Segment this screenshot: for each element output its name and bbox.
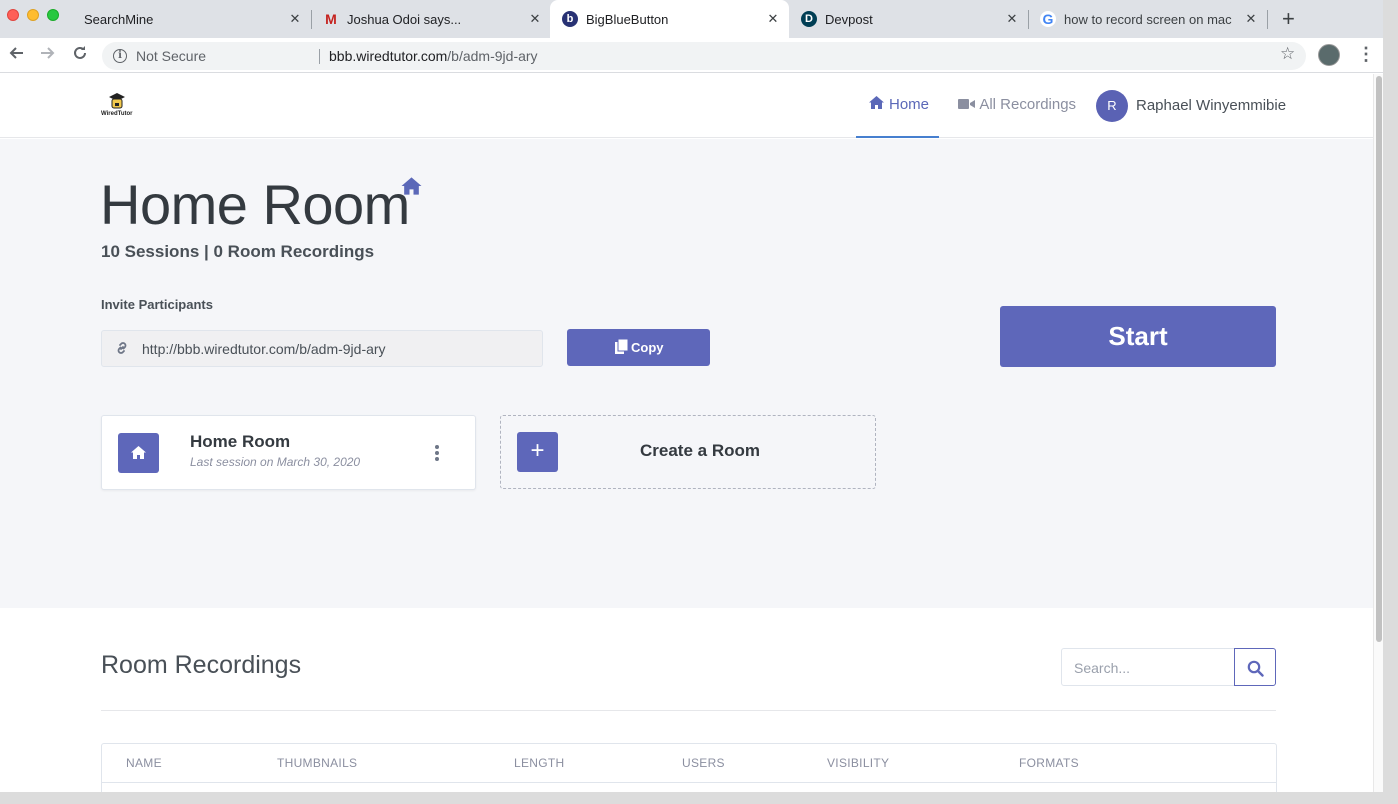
create-room-label: Create a Room bbox=[640, 441, 760, 460]
create-room-card[interactable]: + Create a Room bbox=[500, 415, 876, 489]
recordings-search-input[interactable]: Search... bbox=[1061, 648, 1235, 686]
forward-icon[interactable] bbox=[40, 45, 56, 65]
room-card-name: Home Room bbox=[190, 432, 291, 451]
start-button[interactable]: Start bbox=[1000, 306, 1276, 367]
logo-text: WiredTutor bbox=[101, 111, 133, 117]
home-room-icon bbox=[401, 177, 422, 195]
plus-icon: + bbox=[517, 432, 558, 472]
tab-close-icon[interactable]: ✕ bbox=[288, 11, 302, 27]
minimize-window-button[interactable] bbox=[27, 9, 39, 21]
copy-button[interactable]: Copy bbox=[567, 329, 710, 366]
tab-bigbluebutton[interactable]: b BigBlueButton ✕ bbox=[550, 0, 789, 38]
room-title: Home Room bbox=[100, 173, 410, 236]
tab-google[interactable]: G how to record screen on mac - ✕ bbox=[1029, 0, 1269, 38]
search-placeholder: Search... bbox=[1074, 660, 1131, 676]
invite-url-field[interactable]: http://bbb.wiredtutor.com/b/adm-9jd-ary bbox=[101, 330, 543, 367]
tab-close-icon[interactable]: ✕ bbox=[766, 11, 780, 27]
recordings-divider bbox=[101, 710, 1276, 711]
reload-icon[interactable] bbox=[72, 45, 88, 65]
gmail-icon: M bbox=[325, 11, 337, 27]
back-icon[interactable] bbox=[8, 45, 24, 65]
tab-title: how to record screen on mac - bbox=[1064, 12, 1234, 27]
profile-avatar-icon[interactable] bbox=[1318, 44, 1340, 66]
info-icon[interactable]: i bbox=[113, 49, 127, 63]
column-header-users[interactable]: Users bbox=[682, 756, 725, 770]
site-navbar: WiredTutor Home All Recordings R Raphael… bbox=[0, 74, 1373, 138]
address-bar[interactable]: i Not Secure bbb.wiredtutor.com/b/adm-9j… bbox=[102, 42, 1306, 70]
recordings-table: Name Thumbnails Length Users Visibility … bbox=[101, 743, 1277, 792]
user-name[interactable]: Raphael Winyemmibie bbox=[1136, 97, 1286, 114]
tab-title: Joshua Odoi says... bbox=[347, 12, 462, 27]
bookmark-star-icon[interactable]: ☆ bbox=[1280, 44, 1295, 64]
home-icon bbox=[869, 96, 884, 109]
browser-window: SearchMine ✕ M Joshua Odoi says... ✕ b B… bbox=[0, 0, 1383, 792]
close-window-button[interactable] bbox=[7, 9, 19, 21]
maximize-window-button[interactable] bbox=[47, 9, 59, 21]
room-card-last-session: Last session on March 30, 2020 bbox=[190, 455, 361, 469]
home-icon bbox=[131, 446, 146, 459]
omnibox-divider bbox=[319, 49, 320, 64]
tab-close-icon[interactable]: ✕ bbox=[528, 11, 542, 27]
url-path: /b/adm-9jd-ary bbox=[447, 48, 538, 64]
nav-all-recordings-link[interactable]: All Recordings bbox=[958, 96, 1076, 113]
tab-separator bbox=[1267, 10, 1268, 29]
home-room-card[interactable]: Home Room Last session on March 30, 2020 bbox=[101, 415, 476, 490]
video-camera-icon bbox=[958, 99, 975, 109]
search-button[interactable] bbox=[1234, 648, 1276, 686]
security-label: Not Secure bbox=[136, 48, 207, 64]
column-header-length[interactable]: Length bbox=[514, 756, 564, 770]
tab-close-icon[interactable]: ✕ bbox=[1005, 11, 1019, 27]
column-header-formats[interactable]: Formats bbox=[1019, 756, 1079, 770]
column-header-name[interactable]: Name bbox=[126, 756, 162, 770]
devpost-icon: D bbox=[801, 11, 817, 27]
tab-title: BigBlueButton bbox=[586, 12, 669, 27]
tab-close-icon[interactable]: ✕ bbox=[1244, 11, 1258, 27]
nav-home-label: Home bbox=[889, 96, 930, 113]
copy-icon bbox=[615, 339, 628, 354]
tab-title: Devpost bbox=[825, 12, 873, 27]
browser-menu-icon[interactable]: ⋮ bbox=[1357, 44, 1375, 64]
browser-toolbar: i Not Secure bbb.wiredtutor.com/b/adm-9j… bbox=[0, 38, 1383, 73]
page-content: WiredTutor Home All Recordings R Raphael… bbox=[0, 74, 1373, 792]
column-header-thumbnails[interactable]: Thumbnails bbox=[277, 756, 357, 770]
tab-gmail[interactable]: M Joshua Odoi says... ✕ bbox=[312, 0, 550, 38]
tab-title: SearchMine bbox=[84, 12, 154, 27]
link-icon bbox=[117, 342, 127, 354]
search-icon bbox=[1247, 660, 1264, 677]
url-text: bbb.wiredtutor.com/b/adm-9jd-ary bbox=[329, 48, 538, 64]
new-tab-button[interactable]: + bbox=[1282, 8, 1295, 30]
nav-recordings-label: All Recordings bbox=[979, 96, 1077, 113]
user-avatar[interactable]: R bbox=[1096, 90, 1128, 122]
nav-home-link[interactable]: Home bbox=[856, 74, 939, 138]
url-host: bbb.wiredtutor.com bbox=[329, 48, 448, 64]
page-scrollbar[interactable] bbox=[1373, 74, 1383, 792]
room-card-badge bbox=[118, 433, 159, 473]
copy-button-label: Copy bbox=[631, 340, 664, 355]
tab-devpost[interactable]: D Devpost ✕ bbox=[789, 0, 1029, 38]
tab-searchmine[interactable]: SearchMine ✕ bbox=[72, 0, 310, 38]
room-stats: 10 Sessions | 0 Room Recordings bbox=[101, 242, 375, 261]
invite-participants-label: Invite Participants bbox=[101, 297, 213, 312]
google-icon: G bbox=[1040, 11, 1056, 27]
invite-url-value: http://bbb.wiredtutor.com/b/adm-9jd-ary bbox=[142, 341, 386, 357]
room-options-icon[interactable] bbox=[435, 445, 441, 463]
bigbluebutton-icon: b bbox=[562, 11, 578, 27]
scrollbar-thumb[interactable] bbox=[1376, 76, 1382, 642]
column-header-visibility[interactable]: Visibility bbox=[827, 756, 889, 770]
tab-strip: SearchMine ✕ M Joshua Odoi says... ✕ b B… bbox=[0, 0, 1383, 38]
table-header-divider bbox=[102, 782, 1276, 783]
room-recordings-title: Room Recordings bbox=[101, 651, 302, 679]
